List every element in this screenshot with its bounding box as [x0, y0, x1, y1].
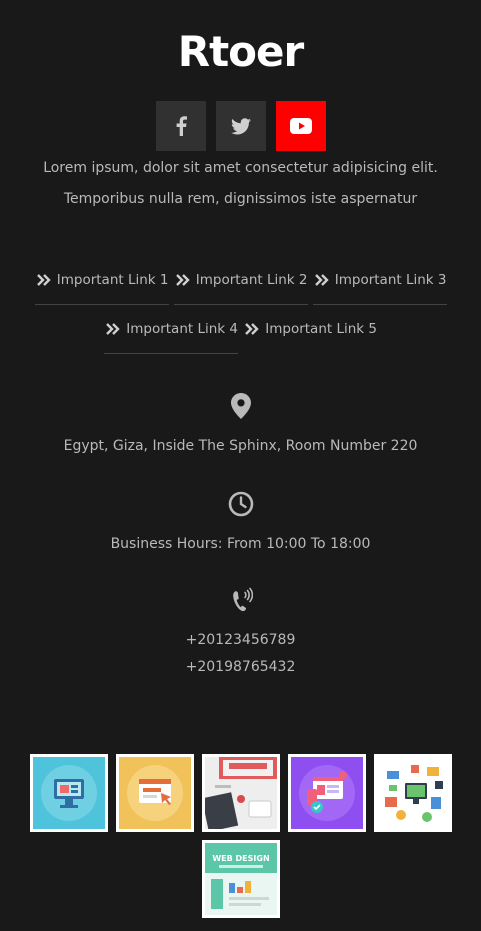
links-row-2: Important Link 4 Important Link 5	[0, 305, 481, 354]
links-row-1: Important Link 1 Important Link 2 Import…	[0, 256, 481, 305]
important-link-3[interactable]: Important Link 3	[312, 256, 447, 305]
twitter-icon	[230, 117, 251, 135]
twitter-button[interactable]	[215, 101, 266, 151]
gallery-thumb-5[interactable]	[373, 754, 452, 832]
browser-cursor-illustration-icon	[118, 757, 191, 829]
important-link-label: Important Link 1	[56, 272, 169, 288]
desk-photo-icon	[204, 757, 277, 829]
important-link-label: Important Link 3	[334, 272, 447, 288]
important-link-2[interactable]: Important Link 2	[173, 256, 308, 305]
youtube-button[interactable]	[275, 101, 326, 151]
map-marker-icon	[0, 393, 481, 419]
phone-2[interactable]: +20198765432	[0, 654, 481, 681]
important-links: Important Link 1 Important Link 2 Import…	[0, 256, 481, 354]
gallery: WEB DESIGN	[0, 754, 481, 926]
facebook-icon	[175, 116, 187, 136]
contact-phones: +20123456789 +20198765432	[0, 587, 481, 681]
double-chevron-right-icon	[243, 323, 261, 335]
gallery-thumb-2[interactable]	[115, 754, 194, 832]
brand-logo: Rtoer	[177, 27, 304, 76]
hours-text: Business Hours: From 10:00 To 18:00	[110, 536, 371, 552]
contact-address: Egypt, Giza, Inside The Sphinx, Room Num…	[0, 393, 481, 460]
important-link-label: Important Link 2	[195, 272, 308, 288]
social-links	[0, 101, 481, 151]
gallery-row-1	[0, 754, 481, 832]
address-text: Egypt, Giza, Inside The Sphinx, Room Num…	[63, 438, 418, 454]
gallery-row-2: WEB DESIGN	[0, 840, 481, 918]
important-link-label: Important Link 4	[126, 321, 238, 337]
web-security-illustration-icon	[290, 757, 363, 829]
clock-icon	[0, 491, 481, 517]
gallery-thumb-3[interactable]	[201, 754, 280, 832]
important-link-label: Important Link 5	[265, 321, 377, 337]
web-design-caption: WEB DESIGN	[212, 854, 269, 863]
phone-volume-icon	[0, 587, 481, 613]
phone-1[interactable]: +20123456789	[0, 627, 481, 654]
footer-description: Lorem ipsum, dolor sit amet consectetur …	[43, 160, 438, 207]
important-link-5[interactable]: Important Link 5	[243, 305, 377, 353]
web-design-illustration-icon: WEB DESIGN	[204, 843, 277, 915]
footer: Rtoer Lorem ipsum, dolor sit amet consec…	[0, 0, 481, 931]
youtube-icon	[289, 118, 312, 134]
desktop-illustration-icon	[32, 757, 105, 829]
facebook-button[interactable]	[155, 101, 206, 151]
network-devices-illustration-icon	[376, 757, 449, 829]
double-chevron-right-icon	[35, 274, 53, 286]
double-chevron-right-icon	[174, 274, 192, 286]
gallery-thumb-4[interactable]	[287, 754, 366, 832]
contact-hours: Business Hours: From 10:00 To 18:00	[0, 491, 481, 558]
double-chevron-right-icon	[313, 274, 331, 286]
gallery-thumb-1[interactable]	[29, 754, 108, 832]
gallery-thumb-6[interactable]: WEB DESIGN	[201, 840, 280, 918]
double-chevron-right-icon	[104, 323, 122, 335]
important-link-4[interactable]: Important Link 4	[104, 305, 238, 354]
important-link-1[interactable]: Important Link 1	[34, 256, 169, 305]
